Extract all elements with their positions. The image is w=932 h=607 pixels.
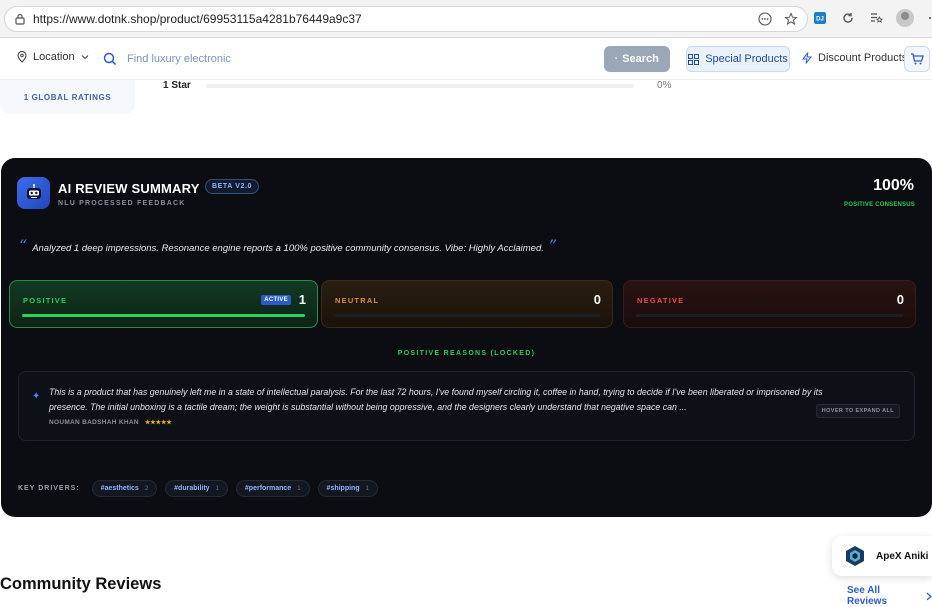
sentiment-bar bbox=[22, 314, 305, 317]
apex-logo-icon bbox=[846, 546, 864, 566]
driver-tag-label: #shipping bbox=[326, 485, 360, 492]
driver-tag[interactable]: #aesthetics 2 bbox=[91, 480, 158, 497]
special-products-button[interactable]: Special Products bbox=[686, 46, 790, 72]
see-all-reviews-link[interactable]: See All Reviews bbox=[847, 585, 932, 607]
lightning-icon bbox=[802, 52, 812, 64]
sentiment-count: 1 bbox=[298, 292, 306, 307]
review-card[interactable]: ✦ This is a product that has genuinely l… bbox=[18, 371, 915, 441]
sentiment-card-negative[interactable]: NEGATIVE 0 bbox=[623, 280, 916, 328]
refresh-extension-icon[interactable] bbox=[840, 10, 856, 26]
consensus-label: POSITIVE CONSENSUS bbox=[844, 202, 915, 208]
more-menu-icon[interactable] bbox=[926, 10, 932, 26]
favorites-list-icon[interactable] bbox=[868, 10, 884, 26]
search-button-label: Search bbox=[622, 53, 659, 65]
driver-tag-count: 1 bbox=[365, 485, 369, 492]
driver-tag-label: #durability bbox=[174, 485, 210, 492]
sentiment-bar bbox=[334, 314, 600, 317]
review-text: This is a product that has genuinely lef… bbox=[49, 387, 823, 412]
site-header: Location • Search Special Products Disco… bbox=[0, 38, 932, 80]
driver-tag[interactable]: #durability 1 bbox=[165, 480, 228, 497]
ai-summary-title: AI REVIEW SUMMARY bbox=[58, 181, 200, 196]
browser-toolbar: https://www.dotnk.shop/product/69953115a… bbox=[0, 0, 932, 38]
discount-products-label: Discount Products bbox=[818, 52, 908, 64]
driver-tag[interactable]: #performance 1 bbox=[235, 480, 310, 497]
global-ratings-count: 1 GLOBAL RATINGS bbox=[23, 92, 112, 102]
discount-products-button[interactable]: Discount Products bbox=[802, 52, 907, 64]
search-bar: • Search bbox=[103, 45, 673, 73]
cart-button[interactable] bbox=[904, 46, 930, 72]
sentiment-label: POSITIVE bbox=[23, 296, 68, 305]
more-info-icon[interactable] bbox=[757, 11, 773, 27]
url-text[interactable]: https://www.dotnk.shop/product/69953115a… bbox=[33, 12, 362, 26]
assistant-name: ApeX Aniki bbox=[876, 550, 929, 562]
rating-stars-icon: ★★★★★ bbox=[144, 420, 172, 426]
sentiment-bar-fill bbox=[22, 314, 305, 317]
global-ratings-card: 1 GLOBAL RATINGS bbox=[0, 80, 135, 114]
sentiment-card-positive[interactable]: POSITIVE ACTIVE 1 bbox=[9, 280, 318, 328]
sentiment-bar bbox=[636, 314, 903, 317]
cart-icon bbox=[911, 53, 924, 65]
search-input[interactable] bbox=[127, 53, 597, 65]
summary-quote: “ Analyzed 1 deep impressions. Resonance… bbox=[19, 236, 558, 255]
star-row-label: 1 Star bbox=[163, 80, 191, 91]
sparkle-icon: ✦ bbox=[32, 391, 41, 402]
positive-reasons-title: POSITIVE REASONS (LOCKED) bbox=[397, 350, 536, 357]
site-info-icon[interactable] bbox=[15, 13, 25, 25]
consensus-percent: 100% bbox=[873, 177, 914, 194]
active-badge: ACTIVE bbox=[261, 295, 291, 305]
extension-icon[interactable]: DJ bbox=[812, 10, 828, 26]
star-row-percent: 0% bbox=[657, 80, 672, 91]
search-icon bbox=[103, 52, 117, 66]
community-reviews-title: Community Reviews bbox=[0, 575, 162, 593]
chevron-down-icon bbox=[81, 55, 88, 60]
special-products-label: Special Products bbox=[705, 53, 788, 65]
review-author: NOUMAN BADSHAH KHAN bbox=[49, 419, 139, 426]
ai-summary-subtitle: NLU PROCESSED FEEDBACK bbox=[58, 200, 186, 207]
address-bar[interactable]: https://www.dotnk.shop/product/69953115a… bbox=[4, 6, 808, 32]
driver-tag-label: #aesthetics bbox=[100, 485, 139, 492]
key-drivers: KEY DRIVERS: #aesthetics 2 #durability 1 #… bbox=[18, 480, 378, 497]
star-row-bar bbox=[206, 84, 634, 88]
sentiment-label: NEGATIVE bbox=[637, 296, 685, 305]
profile-avatar[interactable] bbox=[896, 9, 914, 27]
driver-tag-count: 2 bbox=[144, 485, 149, 492]
ai-review-summary-panel: AI REVIEW SUMMARY BETA V2.0 NLU PROCESSE… bbox=[1, 158, 932, 517]
driver-tag-label: #performance bbox=[244, 485, 292, 492]
svg-text:DJ: DJ bbox=[816, 17, 824, 23]
hover-expand-hint[interactable]: HOVER TO EXPAND ALL bbox=[815, 404, 900, 418]
driver-tag-count: 1 bbox=[297, 485, 301, 492]
review-author-row: NOUMAN BADSHAH KHAN ★★★★★ bbox=[49, 419, 172, 426]
search-button[interactable]: • Search bbox=[604, 46, 670, 72]
chevron-right-icon bbox=[926, 592, 932, 600]
key-drivers-label: KEY DRIVERS: bbox=[18, 485, 80, 492]
close-quote-icon: ” bbox=[548, 236, 558, 255]
location-pin-icon bbox=[17, 51, 27, 63]
sentiment-label: NEUTRAL bbox=[335, 296, 380, 305]
open-quote-icon: “ bbox=[19, 236, 28, 255]
see-all-label: See All Reviews bbox=[847, 585, 888, 607]
ai-robot-logo-icon bbox=[17, 177, 50, 209]
summary-quote-text: Analyzed 1 deep impressions. Resonance e… bbox=[32, 243, 544, 254]
sentiment-count: 0 bbox=[593, 292, 601, 307]
favorite-star-icon[interactable] bbox=[783, 11, 799, 27]
sentiment-count: 0 bbox=[896, 292, 904, 307]
floating-assistant-card[interactable]: ApeX Aniki bbox=[832, 536, 932, 576]
driver-tag[interactable]: #shipping 1 bbox=[317, 480, 378, 497]
driver-tag-count: 1 bbox=[215, 485, 219, 492]
beta-badge: BETA V2.0 bbox=[205, 179, 260, 194]
location-label: Location bbox=[33, 51, 75, 63]
search-dot-icon: • bbox=[615, 56, 618, 62]
location-selector[interactable]: Location bbox=[17, 51, 89, 63]
grid-icon bbox=[688, 53, 700, 65]
sentiment-card-neutral[interactable]: NEUTRAL 0 bbox=[321, 280, 613, 328]
